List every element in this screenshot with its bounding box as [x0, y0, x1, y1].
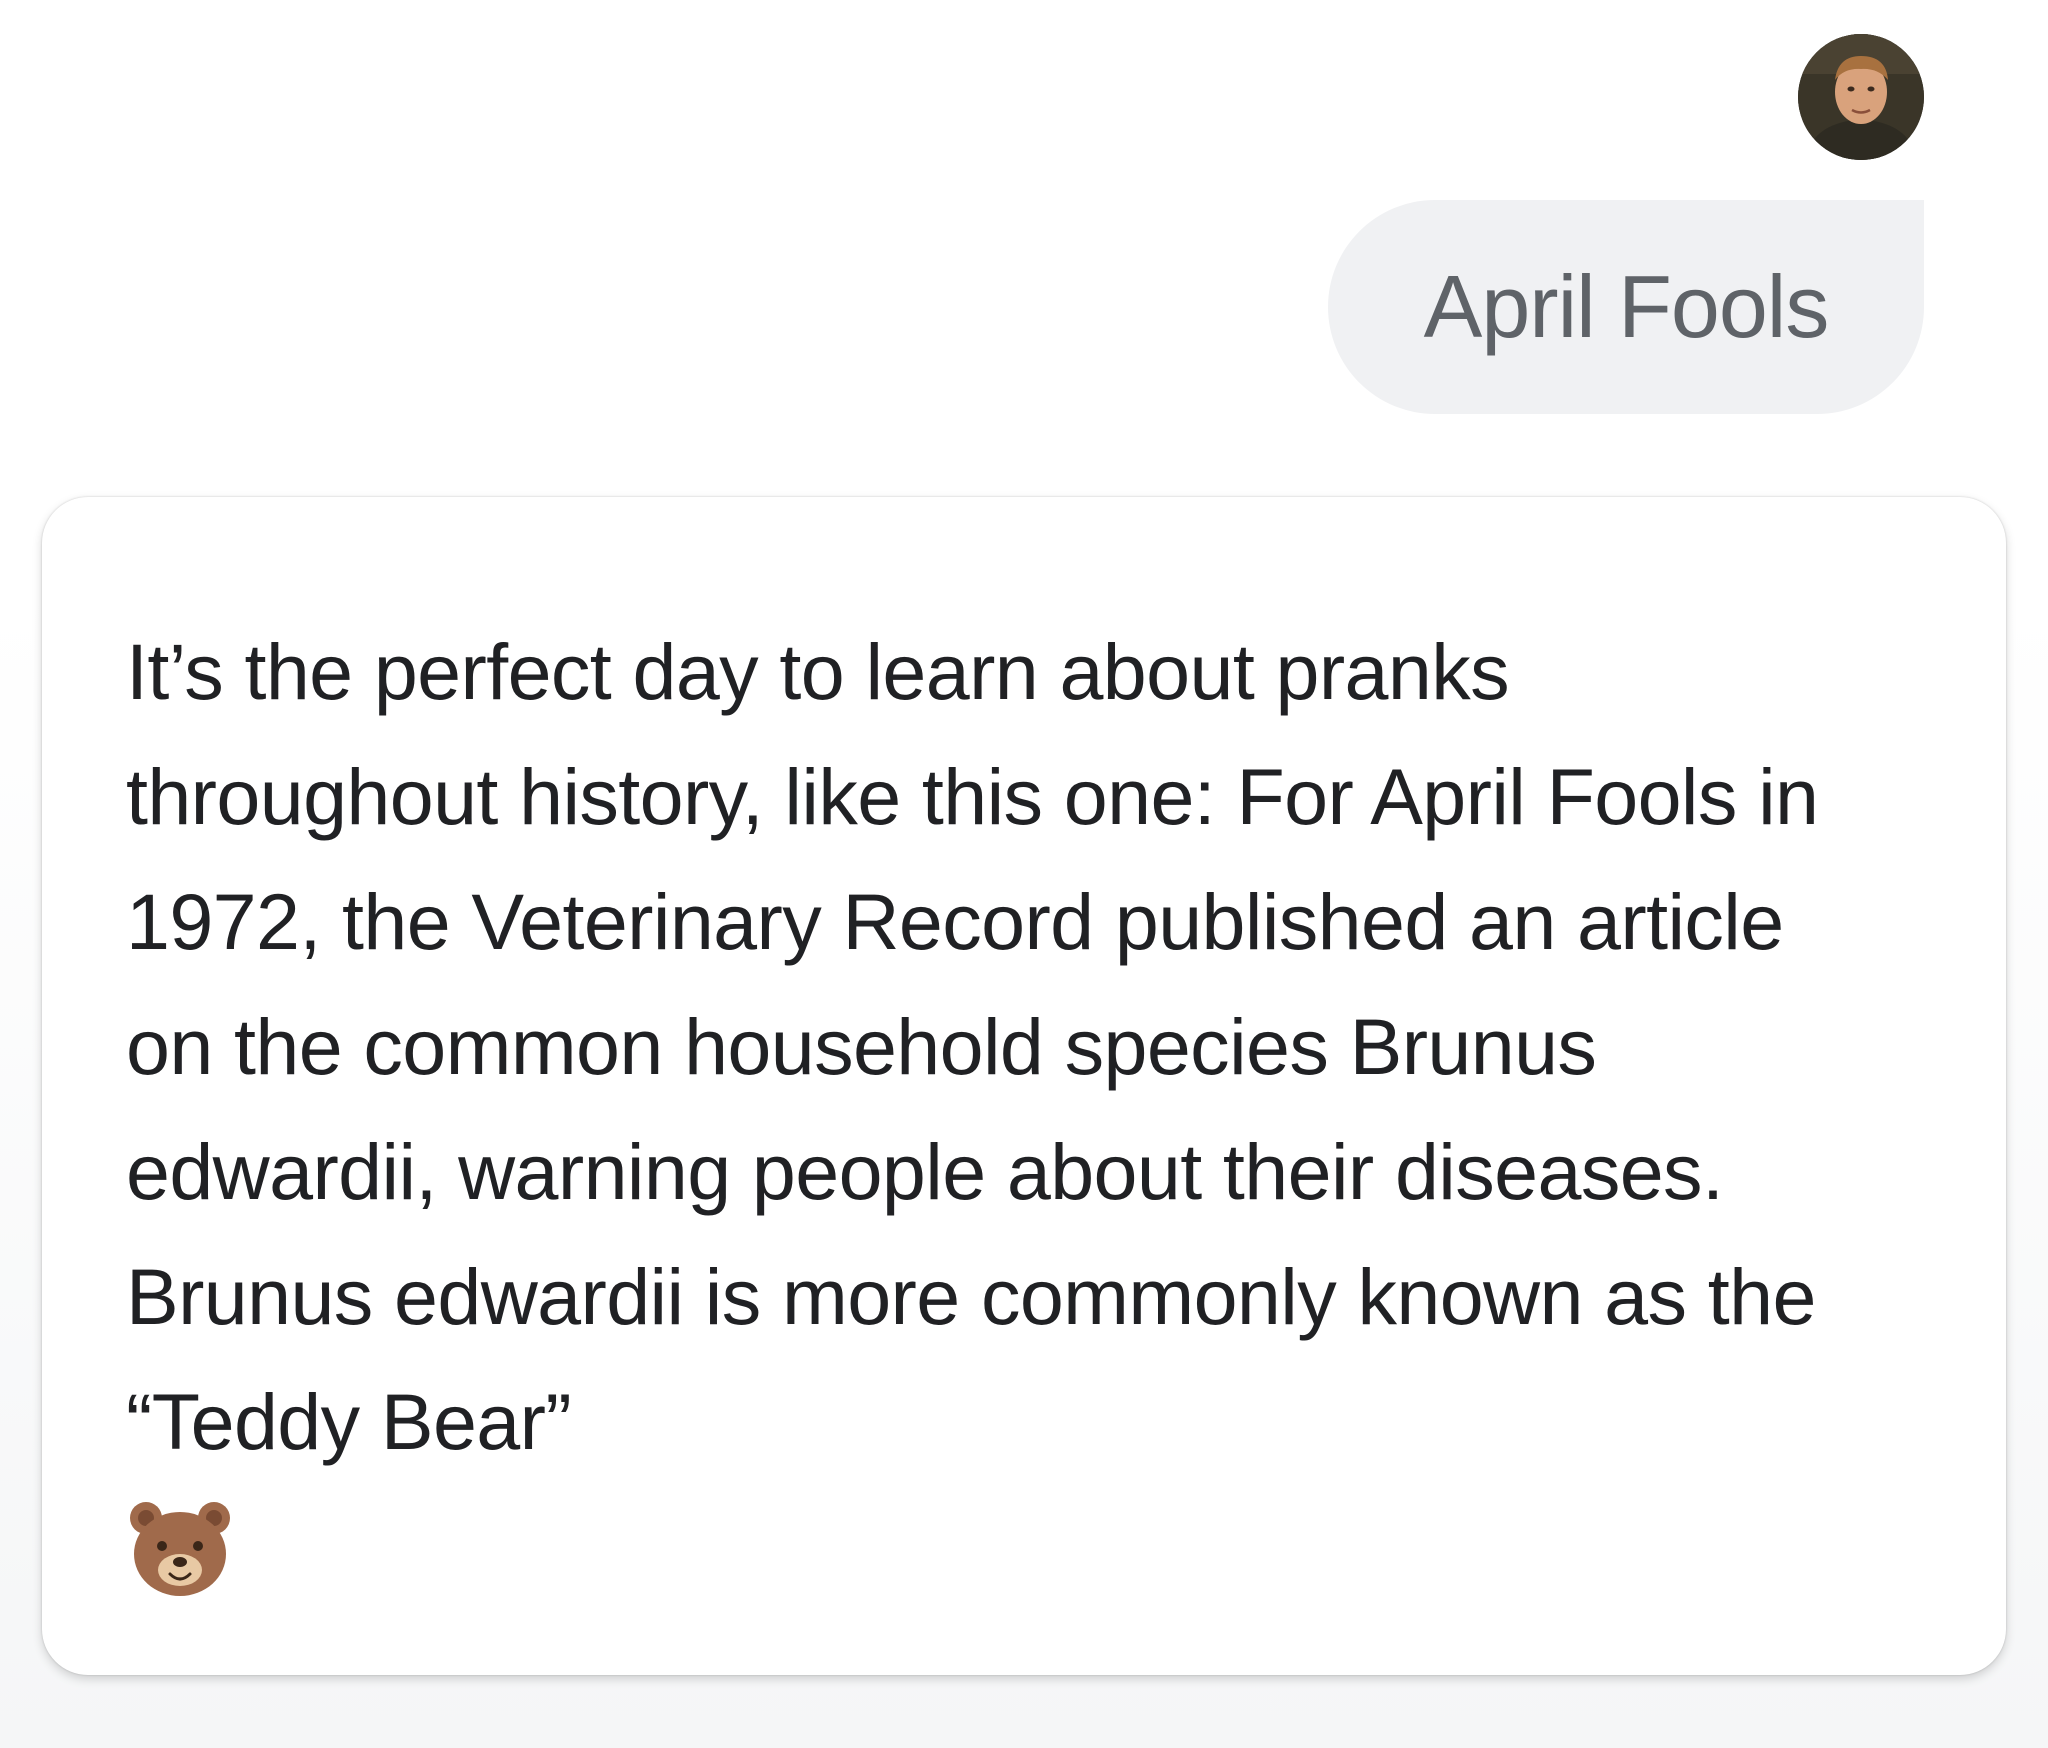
assistant-reply-card: It’s the perfect day to learn about pran… — [42, 497, 2006, 1675]
assistant-reply-text: It’s the perfect day to learn about pran… — [126, 627, 1819, 1466]
avatar-photo-icon — [1798, 34, 1924, 160]
user-message-text: April Fools — [1423, 257, 1830, 356]
bear-face-icon — [130, 1502, 230, 1596]
user-message-bubble: April Fools — [1328, 200, 1924, 414]
user-avatar[interactable] — [1798, 34, 1924, 160]
